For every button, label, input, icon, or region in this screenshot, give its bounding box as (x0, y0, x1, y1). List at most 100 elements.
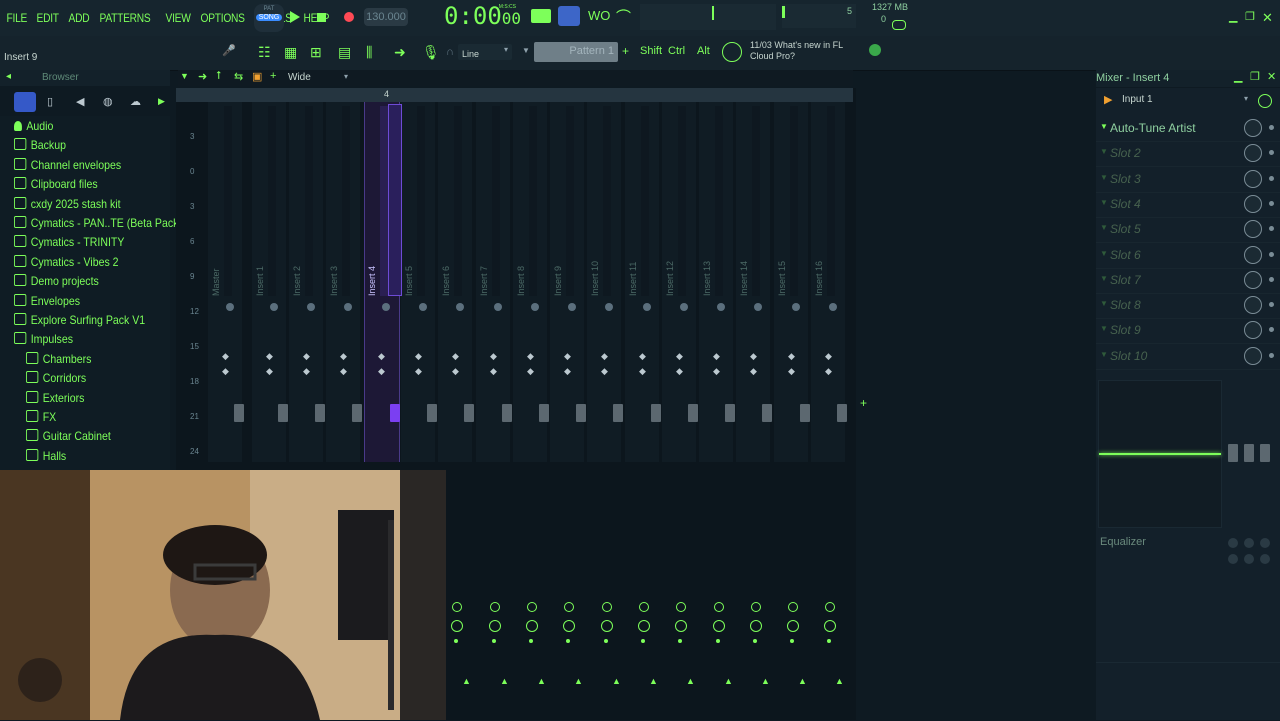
pan-knob[interactable] (419, 303, 427, 311)
stereo-separation-icon[interactable]: ◆ (788, 350, 795, 362)
browser-item[interactable]: Demo projects (14, 274, 99, 288)
stereo-separation-icon[interactable]: ◆ (527, 365, 534, 377)
wait-input-icon[interactable]: WO (588, 8, 610, 23)
route-knob[interactable] (675, 620, 687, 632)
stereo-separation-icon[interactable]: ◆ (415, 350, 422, 362)
browser-files-tab-icon[interactable]: ▯ (47, 95, 53, 108)
mixer-route-icon[interactable]: ➜ (198, 70, 207, 83)
mixer-view-chevron-icon[interactable]: ▾ (344, 72, 348, 81)
route-knob[interactable] (824, 620, 836, 632)
news-panel[interactable]: 11/03 What's new in FL Cloud Pro? (750, 40, 870, 66)
send-knob-icon[interactable] (751, 602, 761, 612)
route-arrow-icon[interactable]: ▲ (537, 676, 546, 686)
pan-knob[interactable] (605, 303, 613, 311)
volume-fader[interactable] (427, 404, 437, 422)
pan-knob[interactable] (680, 303, 688, 311)
slot-mix-knob[interactable] (1244, 245, 1262, 264)
minimize-icon[interactable]: ▁ (1229, 10, 1237, 23)
effect-slot[interactable]: ▼ Auto-Tune Artist (1096, 116, 1280, 142)
pattern-icon[interactable]: ▤ (338, 44, 351, 61)
eq-fader-mid[interactable] (1244, 444, 1254, 462)
route-knob[interactable] (787, 620, 799, 632)
browser-item[interactable]: Halls (26, 448, 66, 463)
mixer-ruler[interactable] (176, 88, 853, 102)
stereo-separation-icon[interactable]: ◆ (601, 365, 608, 377)
stereo-separation-icon[interactable]: ◆ (676, 365, 683, 377)
send-knob-icon[interactable] (676, 602, 686, 612)
stereo-separation-icon[interactable]: ◆ (527, 350, 534, 362)
pan-knob[interactable] (792, 303, 800, 311)
browser-item[interactable]: Envelopes (14, 293, 80, 308)
slot-enable-dot[interactable] (1269, 200, 1274, 206)
stereo-separation-icon[interactable]: ◆ (452, 365, 459, 377)
pan-knob[interactable] (717, 303, 725, 311)
slot-mix-knob[interactable] (1244, 119, 1262, 137)
browser-item[interactable]: Cymatics - Vibes 2 (14, 254, 119, 269)
mixer-window-icon[interactable]: ▣ (252, 70, 262, 83)
eq-knob-1[interactable] (1228, 538, 1238, 548)
volume-fader[interactable] (800, 404, 810, 422)
pan-knob[interactable] (382, 303, 390, 311)
volume-fader[interactable] (234, 404, 244, 422)
stereo-separation-icon[interactable]: ◆ (222, 350, 229, 362)
record-button[interactable] (340, 8, 358, 26)
stereo-separation-icon[interactable]: ◆ (452, 350, 459, 362)
browser-item[interactable]: Impulses (14, 332, 73, 346)
volume-fader[interactable] (762, 404, 772, 422)
route-arrow-icon[interactable]: ▲ (649, 676, 658, 686)
stereo-separation-icon[interactable]: ◆ (340, 365, 347, 377)
volume-fader[interactable] (502, 404, 512, 422)
stereo-separation-icon[interactable]: ◆ (303, 350, 310, 362)
effect-slot[interactable]: ▼ Slot 9 (1096, 318, 1280, 345)
mixer-add-icon[interactable]: + (270, 70, 276, 82)
slot-mix-knob[interactable] (1244, 144, 1262, 163)
slot-enable-dot[interactable] (1269, 150, 1274, 156)
route-arrow-icon[interactable]: ▲ (686, 676, 695, 686)
pan-knob[interactable] (307, 303, 315, 311)
pan-knob[interactable] (568, 303, 576, 311)
pan-knob[interactable] (754, 303, 762, 311)
power-icon[interactable] (1258, 94, 1272, 108)
browser-item[interactable]: Backup (14, 138, 66, 152)
send-knob-icon[interactable] (527, 602, 537, 612)
stereo-separation-icon[interactable]: ◆ (825, 365, 832, 377)
send-knob-icon[interactable] (639, 602, 649, 612)
browser-item[interactable]: Audio (14, 119, 53, 133)
magnet-icon[interactable]: ∩ (446, 46, 454, 58)
volume-fader[interactable] (688, 404, 698, 422)
effect-slot[interactable]: ▼ Slot 6 (1096, 243, 1280, 269)
slot-mix-knob[interactable] (1244, 346, 1262, 365)
piano-roll-icon[interactable]: ⊞ (310, 44, 322, 61)
browser-item[interactable]: Exteriors (26, 390, 84, 405)
eq-knob-4[interactable] (1228, 554, 1238, 564)
send-knob-icon[interactable] (602, 602, 612, 612)
pan-knob[interactable] (344, 303, 352, 311)
mixer-icon[interactable]: ⫼ (366, 44, 372, 61)
slot-enable-dot[interactable] (1269, 327, 1274, 333)
stereo-separation-icon[interactable]: ◆ (378, 365, 385, 377)
metronome-button[interactable] (531, 9, 551, 23)
effect-slot[interactable]: ▼ Slot 7 (1096, 268, 1280, 294)
route-knob[interactable] (713, 620, 725, 632)
slot-mix-knob[interactable] (1244, 321, 1262, 340)
effect-slot[interactable]: ▼ Slot 10 (1096, 344, 1280, 370)
volume-fader[interactable] (315, 404, 325, 422)
stereo-separation-icon[interactable]: ◆ (788, 365, 795, 377)
memory-toggle[interactable] (892, 20, 906, 30)
stereo-separation-icon[interactable]: ◆ (303, 365, 310, 377)
online-status-icon[interactable] (869, 44, 881, 56)
browser-all-tab[interactable] (14, 92, 36, 112)
volume-fader[interactable] (464, 404, 474, 422)
panel-minimize-icon[interactable]: ▁ (1234, 70, 1242, 83)
volume-fader[interactable] (651, 404, 661, 422)
pat-song-toggle[interactable]: PAT SONG (254, 4, 284, 32)
slot-mix-knob[interactable] (1244, 270, 1262, 289)
slot-mix-knob[interactable] (1244, 194, 1262, 213)
route-arrow-icon[interactable]: ▲ (574, 676, 583, 686)
slot-enable-dot[interactable] (1269, 125, 1274, 130)
stereo-separation-icon[interactable]: ◆ (415, 365, 422, 377)
pan-knob[interactable] (643, 303, 651, 311)
volume-fader[interactable] (725, 404, 735, 422)
menu-options[interactable]: OPTIONS (198, 11, 247, 25)
slot-enable-dot[interactable] (1269, 251, 1274, 257)
